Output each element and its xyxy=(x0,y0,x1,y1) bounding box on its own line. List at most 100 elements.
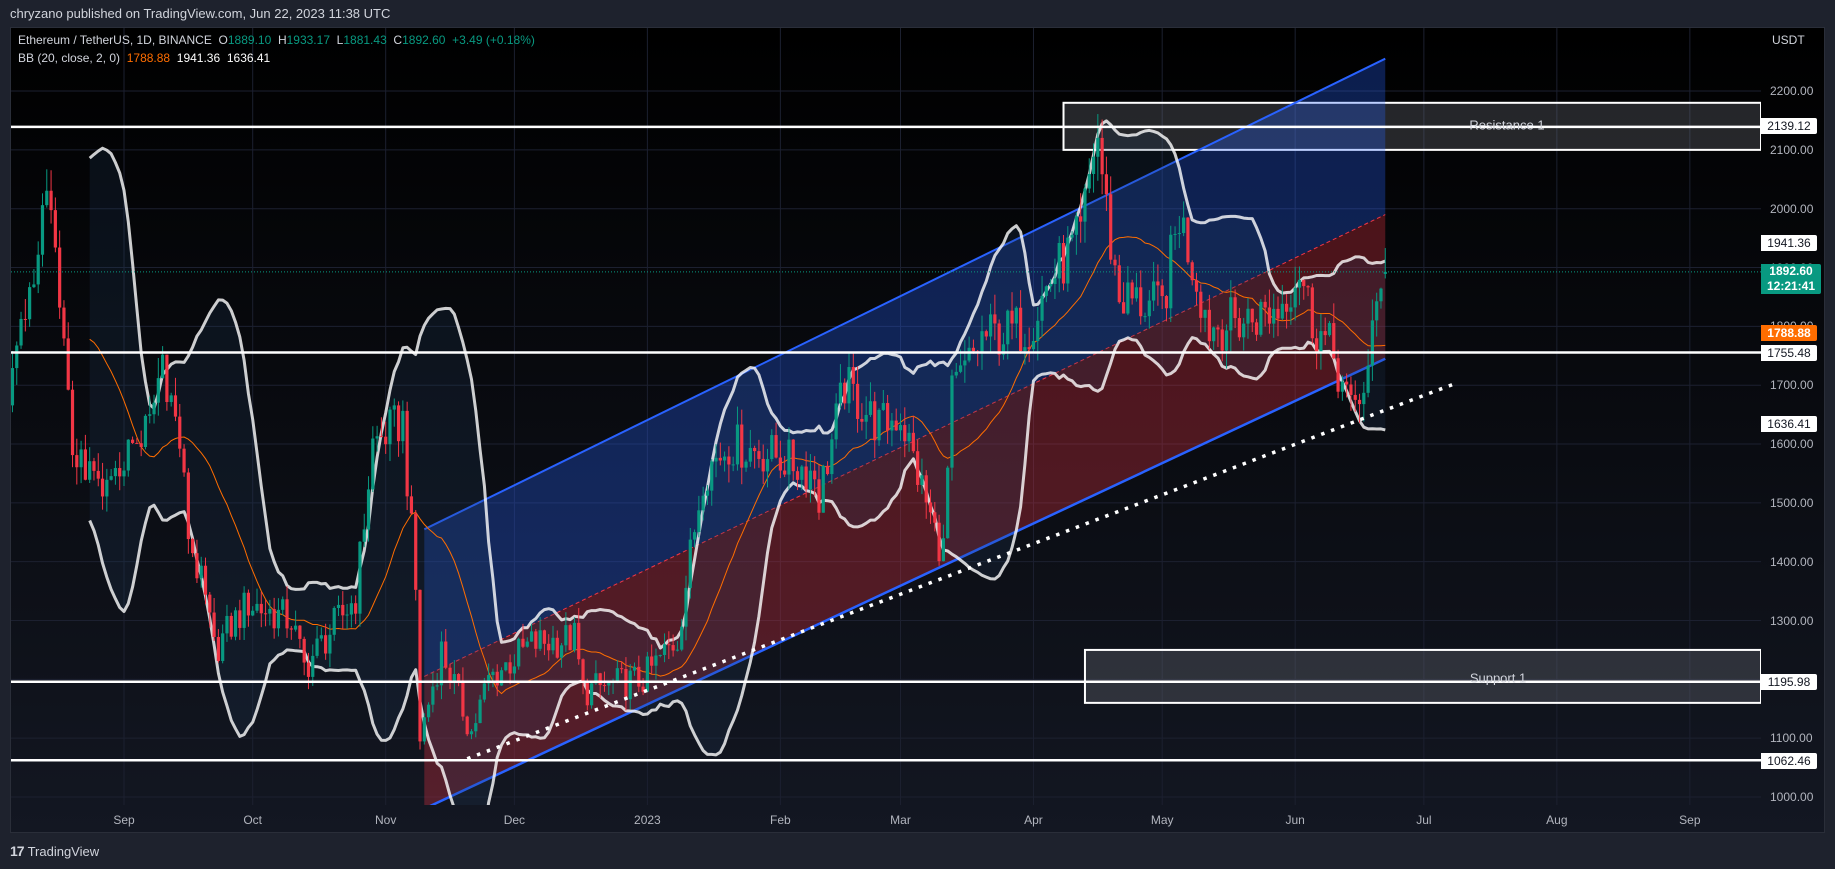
candle-body xyxy=(731,464,735,466)
candle-body xyxy=(860,418,864,422)
candle-body xyxy=(933,512,937,523)
candle-body xyxy=(1104,174,1109,195)
candle-body xyxy=(705,490,710,496)
price-tick: 1100.00 xyxy=(1770,731,1813,746)
candle-body xyxy=(161,354,165,379)
candle-body xyxy=(744,461,748,468)
candle-body xyxy=(843,382,847,404)
candle-body xyxy=(276,609,281,629)
candle-body xyxy=(401,410,405,442)
candle-body xyxy=(409,496,414,514)
candle-body xyxy=(946,467,950,539)
candle-body xyxy=(903,425,907,442)
candle-body xyxy=(457,674,461,681)
candle-body xyxy=(590,683,594,706)
candle-body xyxy=(328,634,332,654)
candle-body xyxy=(911,432,915,452)
candle-body xyxy=(281,599,285,610)
brand-name[interactable]: TradingView xyxy=(28,844,100,859)
candle-body xyxy=(40,205,45,255)
candle-body xyxy=(92,461,96,471)
candle-body xyxy=(787,439,791,475)
bb-label[interactable]: BB (20, close, 2, 0) xyxy=(18,51,120,65)
candle-body xyxy=(418,589,422,742)
candle-body xyxy=(251,610,255,616)
month-tick: Jul xyxy=(1416,813,1432,827)
candle-body xyxy=(1233,297,1237,319)
candle-body xyxy=(259,603,263,614)
candle-body xyxy=(255,603,259,611)
candle-body xyxy=(130,439,135,443)
candle-body xyxy=(1156,281,1160,286)
bb-legend: BB (20, close, 2, 0) 1788.88 1941.36 163… xyxy=(18,51,270,65)
zone-box xyxy=(1083,648,1761,704)
candle-body xyxy=(75,455,79,468)
candle-body xyxy=(272,608,276,629)
candle-body xyxy=(1216,327,1220,330)
candle-body xyxy=(70,389,75,456)
high-value: 1933.17 xyxy=(286,33,330,47)
candle-body xyxy=(504,662,508,671)
candle-body xyxy=(379,436,383,438)
candle-body xyxy=(813,470,817,480)
candle-body xyxy=(66,338,70,390)
candle-body xyxy=(971,347,976,352)
candle-body xyxy=(598,673,602,686)
candle-body xyxy=(873,401,877,441)
candle-body xyxy=(920,475,924,485)
candle-body xyxy=(555,637,559,658)
candle-body xyxy=(199,565,203,579)
candle-body xyxy=(637,666,641,687)
candle-body xyxy=(469,731,474,735)
candle-body xyxy=(886,403,890,431)
candle-body xyxy=(963,360,967,366)
candle-body xyxy=(88,461,92,480)
candle-body xyxy=(924,475,928,503)
candle-body xyxy=(1250,308,1254,323)
candle-body xyxy=(615,668,619,682)
candle-body xyxy=(79,449,83,468)
candle-body xyxy=(1117,265,1121,303)
candle-body xyxy=(1074,216,1078,235)
candle-body xyxy=(143,415,148,447)
candle-body xyxy=(203,565,208,595)
chart-svg[interactable] xyxy=(0,0,1835,869)
candle-body xyxy=(135,442,139,444)
candle-body xyxy=(113,468,118,477)
candle-body xyxy=(139,443,143,447)
tradingview-logo-icon[interactable]: 17 xyxy=(10,843,25,859)
candle-body xyxy=(907,432,911,442)
candle-body xyxy=(512,666,516,674)
candle-body xyxy=(988,314,993,337)
candle-body xyxy=(118,468,122,477)
candle-body xyxy=(1366,365,1370,393)
candle-body xyxy=(233,610,238,637)
candle-body xyxy=(650,656,654,666)
candle-body xyxy=(864,414,868,422)
candle-body xyxy=(1070,234,1074,238)
candle-body xyxy=(624,668,628,700)
candle-body xyxy=(1091,156,1096,175)
candle-body xyxy=(941,538,945,562)
candle-body xyxy=(422,717,426,742)
candle-body xyxy=(508,662,512,674)
candle-body xyxy=(855,383,860,419)
candle-body xyxy=(1315,338,1319,352)
price-tick: 2100.00 xyxy=(1770,142,1814,157)
candle-body xyxy=(461,680,465,717)
candle-body xyxy=(1160,285,1164,297)
candle-body xyxy=(426,704,431,718)
price-tick: 2200.00 xyxy=(1770,84,1814,99)
candle-body xyxy=(628,670,632,700)
candle-body xyxy=(791,439,795,472)
candle-body xyxy=(212,612,216,637)
candle-body xyxy=(1272,308,1276,324)
candle-body xyxy=(384,436,388,445)
candle-body xyxy=(311,655,315,677)
candle-body xyxy=(671,645,675,651)
symbol-name[interactable]: Ethereum / TetherUS, 1D, BINANCE xyxy=(18,33,212,47)
level-mid-price-tag: 1755.48 xyxy=(1761,345,1817,361)
candle-body xyxy=(1190,262,1194,281)
candle-body xyxy=(1164,296,1169,309)
candle-body xyxy=(585,682,589,706)
